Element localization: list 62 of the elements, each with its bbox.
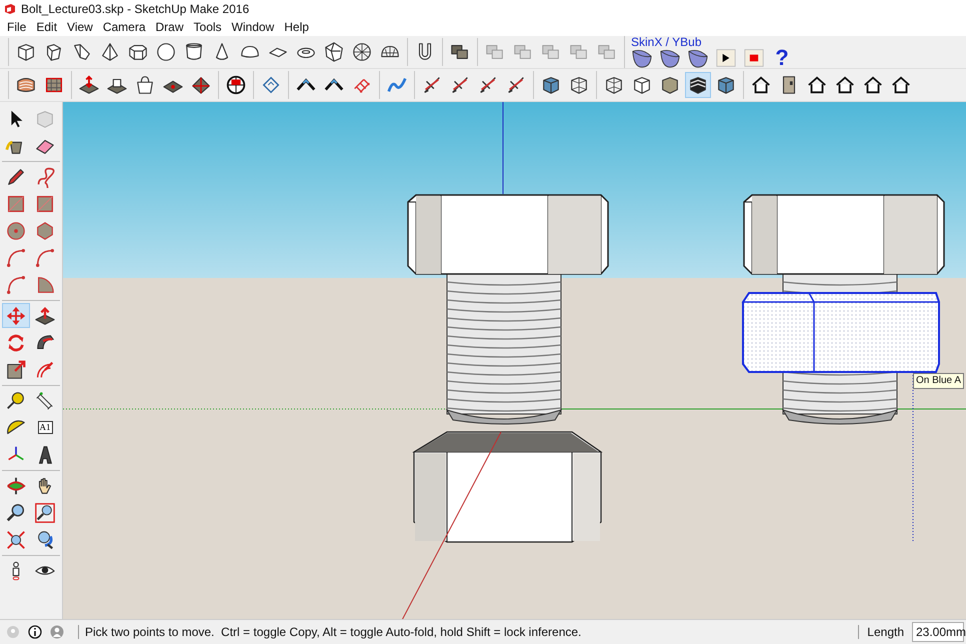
globe-icon: [225, 74, 247, 96]
diamond-icon: [260, 74, 282, 96]
measurement-field[interactable]: 23.00mm: [912, 622, 964, 642]
cube-icon: [568, 74, 590, 96]
zoom-icon: [5, 502, 27, 524]
user-icon: [50, 625, 64, 639]
house-icon: [806, 74, 828, 96]
arc-icon: [34, 246, 56, 268]
zoom-extents-icon: [5, 528, 27, 550]
house-icon: [834, 74, 856, 96]
help-button[interactable]: ?: [769, 48, 795, 68]
bag-icon: [134, 74, 156, 96]
stop-icon: [744, 48, 764, 68]
move-arrows-icon: [5, 304, 27, 326]
pyramid-icon: [99, 41, 121, 63]
inference-tooltip: On Blue A: [912, 373, 964, 389]
push-pull-icon: [34, 304, 56, 326]
menu-item[interactable]: Draw: [150, 20, 189, 34]
cube-tool-button[interactable]: [685, 72, 711, 98]
menu-item[interactable]: Tools: [188, 20, 227, 34]
terrain-tile-icon: [190, 74, 212, 96]
menu-item[interactable]: Edit: [31, 20, 62, 34]
geosphere-icon: [351, 41, 373, 63]
cube-icon: [631, 74, 653, 96]
shell-icon: [632, 48, 652, 68]
house-icon: [750, 74, 772, 96]
zoom-window-icon: [34, 502, 56, 524]
arc-icon: [5, 246, 27, 268]
cube-icon: [603, 74, 625, 96]
tape-measure-icon: [5, 390, 27, 412]
scale-icon: [5, 358, 27, 380]
cube-icon: [659, 74, 681, 96]
text-tool-button[interactable]: A1: [31, 415, 59, 440]
polygon-icon: [34, 220, 56, 242]
house-icon: [862, 74, 884, 96]
menu-item[interactable]: Camera: [98, 20, 151, 34]
status-message: Pick two points to move. Ctrl = toggle Copy, Alt = toggle Auto-fold, hold Shift = lock inference.: [78, 625, 850, 639]
info-icon: [28, 625, 42, 639]
box-icon: [15, 41, 37, 63]
toolbar-label: SkinX / YBub: [631, 36, 702, 48]
arc-icon: [5, 274, 27, 296]
play-icon: [716, 48, 736, 68]
cylinder-icon: [183, 41, 205, 63]
menu-item[interactable]: View: [62, 20, 98, 34]
shell-icon: [688, 48, 708, 68]
house-icon: [890, 74, 912, 96]
circle-icon: [5, 220, 27, 242]
window-title: Bolt_Lecture03.skp - SketchUp Make 2016: [21, 2, 250, 16]
menu-item[interactable]: Help: [279, 20, 314, 34]
cube-icon: [687, 74, 709, 96]
circle-icon: [155, 41, 177, 63]
wedge-icon: [71, 41, 93, 63]
menu-item[interactable]: File: [2, 20, 32, 34]
cube-icon: [540, 74, 562, 96]
cube-icon: [715, 74, 737, 96]
menu-item[interactable]: Window: [226, 20, 280, 34]
move-arrows-tool-button[interactable]: [2, 303, 30, 328]
app-logo-icon: [4, 3, 16, 15]
polyhedron-icon: [323, 41, 345, 63]
terrain-arrow-icon: [78, 74, 100, 96]
measurement-label: Length: [858, 625, 904, 639]
shell-icon: [660, 48, 680, 68]
